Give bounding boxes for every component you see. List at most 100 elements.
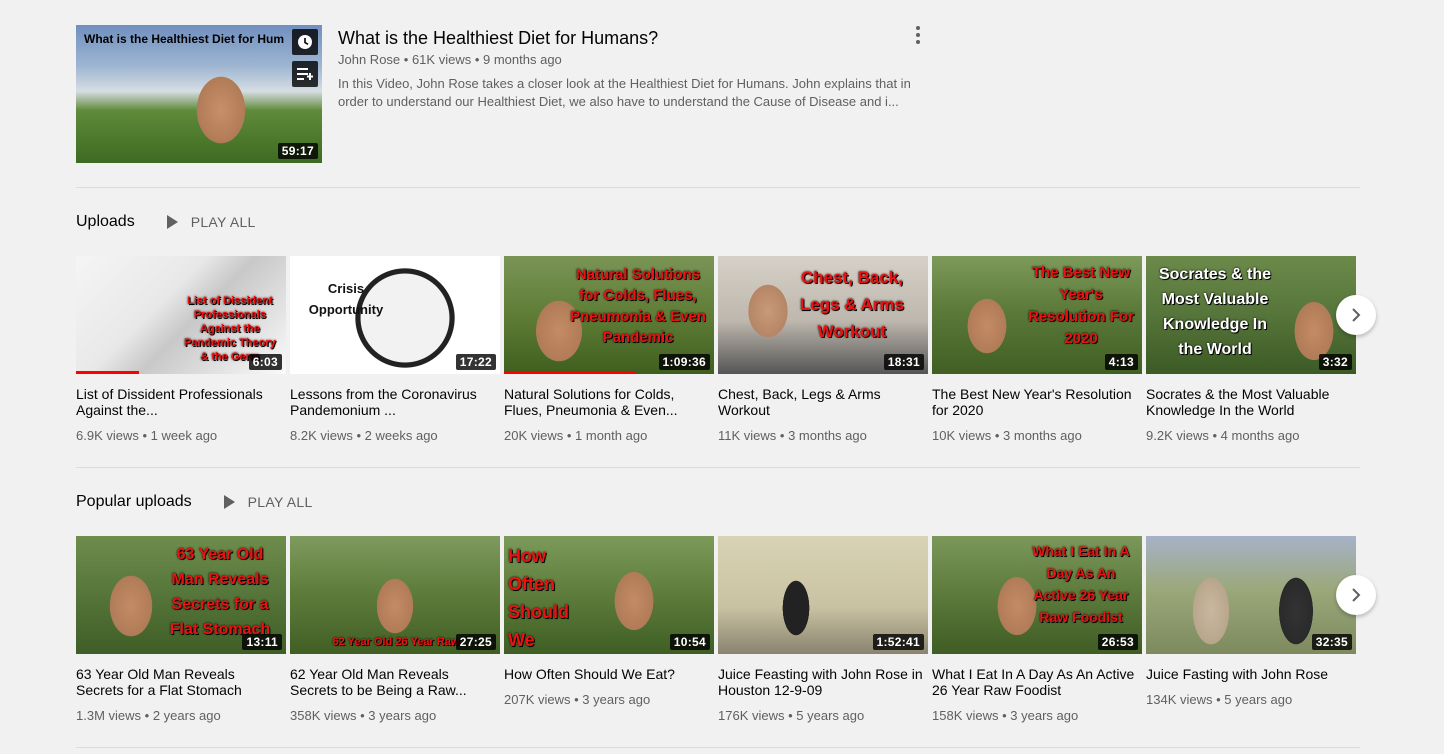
video-thumbnail[interactable]: What I Eat In A Day As An Active 26 Year… — [932, 536, 1142, 654]
video-title[interactable]: Lessons from the Coronavirus Pandemonium… — [290, 386, 500, 418]
duration-badge: 10:54 — [669, 634, 710, 650]
video-title[interactable]: Natural Solutions for Colds, Flues, Pneu… — [504, 386, 714, 418]
video-meta: 10K views • 3 months ago — [932, 428, 1082, 443]
duration-badge: 27:25 — [455, 634, 496, 650]
play-all-button[interactable]: PLAY ALL — [166, 214, 256, 230]
video-meta: 207K views • 3 years ago — [504, 692, 651, 707]
chevron-right-icon[interactable] — [1336, 575, 1376, 615]
chevron-right-icon[interactable] — [1336, 295, 1376, 335]
more-vert-icon[interactable] — [908, 25, 928, 45]
video-card[interactable]: 62 Year Old 26 Year Raw 27:25 62 Year Ol… — [290, 536, 500, 723]
meta-separator: • — [474, 52, 483, 67]
video-thumbnail[interactable]: 32:35 — [1146, 536, 1356, 654]
video-thumbnail[interactable]: Chest, Back, Legs & Arms Workout 18:31 — [718, 256, 928, 374]
channel-name[interactable]: John Rose — [338, 52, 400, 67]
play-all-button[interactable]: PLAY ALL — [223, 494, 313, 510]
shelf-title[interactable]: Uploads — [76, 213, 135, 231]
video-thumbnail[interactable]: 62 Year Old 26 Year Raw 27:25 — [290, 536, 500, 654]
duration-badge: 1:52:41 — [872, 634, 924, 650]
view-count: 8.2K views — [290, 428, 353, 443]
video-card[interactable]: The Best New Year's Resolution For 2020 … — [932, 256, 1142, 443]
video-title[interactable]: Juice Fasting with John Rose — [1146, 666, 1356, 682]
featured-title[interactable]: What is the Healthiest Diet for Humans? — [338, 26, 918, 50]
upload-age: 4 months ago — [1220, 428, 1300, 443]
featured-meta: John Rose • 61K views • 9 months ago — [338, 52, 918, 67]
thumbnail-caption: What is the Healthiest Diet for Hum — [84, 32, 285, 46]
video-meta: 20K views • 1 month ago — [504, 428, 648, 443]
video-title[interactable]: Chest, Back, Legs & Arms Workout — [718, 386, 928, 418]
video-title[interactable]: List of Dissident Professionals Against … — [76, 386, 286, 418]
thumbnail-caption: Chest, Back, Legs & Arms Workout — [799, 268, 905, 341]
upload-age: 1 week ago — [150, 428, 218, 443]
upload-age: 1 month ago — [575, 428, 648, 443]
duration-badge: 6:03 — [248, 354, 282, 370]
popular-row: 63 Year Old Man Reveals Secrets for a Fl… — [76, 536, 1360, 736]
divider — [76, 747, 1360, 748]
video-meta: 158K views • 3 years ago — [932, 708, 1079, 723]
video-title[interactable]: What I Eat In A Day As An Active 26 Year… — [932, 666, 1142, 698]
clock-icon[interactable] — [292, 29, 318, 55]
duration-badge: 1:09:36 — [658, 354, 710, 370]
video-thumbnail[interactable]: 1:52:41 — [718, 536, 928, 654]
video-title[interactable]: Socrates & the Most Valuable Knowledge I… — [1146, 386, 1356, 418]
video-thumbnail[interactable]: Natural Solutions for Colds, Flues, Pneu… — [504, 256, 714, 374]
video-meta: 11K views • 3 months ago — [718, 428, 867, 443]
view-count: 6.9K views — [76, 428, 139, 443]
watch-progress-bar — [76, 371, 139, 374]
video-card[interactable]: 63 Year Old Man Reveals Secrets for a Fl… — [76, 536, 286, 723]
video-thumbnail[interactable]: 63 Year Old Man Reveals Secrets for a Fl… — [76, 536, 286, 654]
upload-age: 9 months ago — [483, 52, 562, 67]
video-card[interactable]: List of Dissident Professionals Against … — [76, 256, 286, 443]
video-thumbnail[interactable]: Socrates & the Most Valuable Knowledge I… — [1146, 256, 1356, 374]
video-title[interactable]: Juice Feasting with John Rose in Houston… — [718, 666, 928, 698]
video-thumbnail[interactable]: How Often Should We Eat? 10:54 — [504, 536, 714, 654]
play-icon — [166, 215, 178, 229]
duration-badge: 59:17 — [277, 143, 318, 159]
video-card[interactable]: Chest, Back, Legs & Arms Workout 18:31 C… — [718, 256, 928, 443]
video-card[interactable]: How Often Should We Eat? 10:54 How Often… — [504, 536, 714, 707]
video-title[interactable]: 63 Year Old Man Reveals Secrets for a Fl… — [76, 666, 286, 698]
popular-shelf-header: Popular uploads PLAY ALL — [76, 490, 313, 514]
video-meta: 176K views • 5 years ago — [718, 708, 865, 723]
upload-age: 5 years ago — [796, 708, 865, 723]
upload-age: 2 weeks ago — [364, 428, 438, 443]
upload-age: 3 months ago — [788, 428, 867, 443]
video-meta: 1.3M views • 2 years ago — [76, 708, 221, 723]
video-card[interactable]: 32:35 Juice Fasting with John Rose 134K … — [1146, 536, 1356, 707]
video-card[interactable]: 1:52:41 Juice Feasting with John Rose in… — [718, 536, 928, 723]
video-thumbnail[interactable]: List of Dissident Professionals Against … — [76, 256, 286, 374]
thumbnail-caption: 63 Year Old Man Reveals Secrets for a Fl… — [169, 546, 271, 638]
thumbnail-caption: The Best New Year's Resolution For 2020 — [1028, 264, 1134, 347]
video-card[interactable]: What I Eat In A Day As An Active 26 Year… — [932, 536, 1142, 723]
duration-badge: 3:32 — [1318, 354, 1352, 370]
play-all-label: PLAY ALL — [247, 494, 313, 510]
upload-age: 3 years ago — [582, 692, 651, 707]
duration-badge: 32:35 — [1311, 634, 1352, 650]
divider — [76, 467, 1360, 468]
video-card[interactable]: Socrates & the Most Valuable Knowledge I… — [1146, 256, 1356, 443]
video-title[interactable]: How Often Should We Eat? — [504, 666, 714, 682]
video-card[interactable]: Crisis Opportunity 17:22 Lessons from th… — [290, 256, 500, 443]
video-title[interactable]: The Best New Year's Resolution for 2020 — [932, 386, 1142, 418]
video-thumbnail[interactable]: Crisis Opportunity 17:22 — [290, 256, 500, 374]
meta-separator: • — [403, 52, 412, 67]
uploads-shelf-header: Uploads PLAY ALL — [76, 210, 256, 234]
video-title[interactable]: 62 Year Old Man Reveals Secrets to be Be… — [290, 666, 500, 698]
view-count: 20K views — [504, 428, 564, 443]
featured-thumbnail[interactable]: What is the Healthiest Diet for Hum 59:1… — [76, 25, 322, 163]
queue-icon[interactable] — [292, 61, 318, 87]
duration-badge: 17:22 — [455, 354, 496, 370]
view-count: 158K views — [932, 708, 999, 723]
video-meta: 134K views • 5 years ago — [1146, 692, 1293, 707]
view-count: 61K views — [411, 52, 472, 67]
thumbnail-caption: Natural Solutions for Colds, Flues, Pneu… — [570, 266, 706, 346]
thumbnail-caption: Crisis Opportunity — [308, 281, 384, 317]
featured-description: In this Video, John Rose takes a closer … — [338, 76, 911, 109]
shelf-title[interactable]: Popular uploads — [76, 493, 192, 511]
uploads-row: List of Dissident Professionals Against … — [76, 256, 1360, 456]
video-thumbnail[interactable]: The Best New Year's Resolution For 2020 … — [932, 256, 1142, 374]
duration-badge: 13:11 — [242, 634, 282, 650]
video-card[interactable]: Natural Solutions for Colds, Flues, Pneu… — [504, 256, 714, 443]
upload-age: 3 months ago — [1003, 428, 1082, 443]
thumbnail-caption: How Often Should We Eat? — [508, 546, 569, 650]
